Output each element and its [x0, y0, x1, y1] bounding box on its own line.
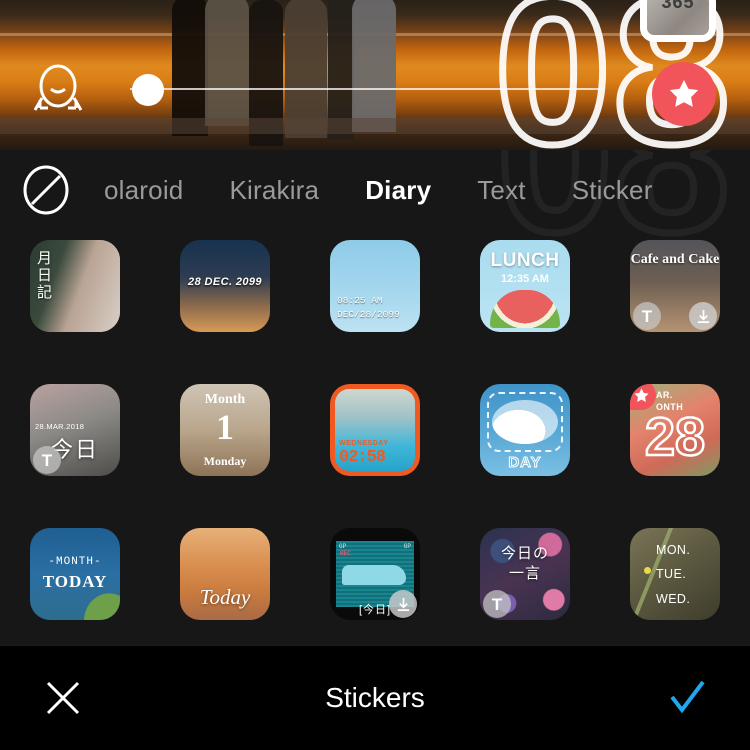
sticker-wednesday-digital-clock[interactable]: WEDNESDAY 02:58 — [330, 384, 420, 476]
sticker-cell[interactable]: 28 DEC. 2099 — [150, 240, 300, 332]
sticker-day-number: 28 — [644, 407, 707, 467]
tab-text[interactable]: Text — [454, 175, 548, 206]
sticker-day-number: 1 — [216, 407, 234, 447]
sticker-time: 08:25 AM — [337, 294, 383, 306]
text-editable-badge[interactable]: T — [33, 446, 61, 474]
sticker-time-date-palm[interactable]: 08:25 AM DEC/28/2099 — [330, 240, 420, 332]
sticker-line1: 今日の — [500, 545, 549, 562]
sticker-cafe-and-cake[interactable]: Cafe and Cake T — [630, 240, 720, 332]
sticker-days: MON. TUE. WED. — [656, 543, 691, 606]
sticker-cell-selected[interactable]: AR. ONTH 28 — [600, 384, 750, 476]
sticker-mon-tue-wed[interactable]: MON. TUE. WED. — [630, 528, 720, 620]
beach-sand-band — [0, 118, 750, 134]
smile-face-icon[interactable] — [32, 62, 84, 114]
sticker-cell[interactable]: Today — [150, 528, 300, 620]
download-badge[interactable] — [689, 302, 717, 330]
sticker-title: LUNCH — [490, 250, 560, 271]
sticker-date: 28.MAR.2018 — [35, 422, 85, 431]
sticker-time: 12:35 AM — [501, 273, 549, 285]
sticker-label: Cafe and Cake — [630, 252, 720, 267]
sticker-date: DEC/28/2099 — [337, 308, 400, 320]
sticker-cell[interactable]: LUNCH 12:35 AM — [450, 240, 600, 332]
silhouette-figure — [172, 0, 208, 136]
tab-polaroid[interactable]: olaroid — [104, 175, 206, 206]
sticker-label: 月日記 — [35, 250, 52, 301]
text-editable-badge[interactable]: T — [483, 590, 511, 618]
photo-preview[interactable]: 08 365 — [0, 0, 750, 150]
sticker-retro-camcorder-kyou[interactable]: GP GP REC [今日] — [330, 528, 420, 620]
badge-365-thumbnail[interactable]: 365 — [640, 0, 716, 42]
sticker-cell[interactable]: Cafe and Cake T — [600, 240, 750, 332]
close-x-icon[interactable] — [42, 677, 84, 719]
sticker-28-dec-2099[interactable]: 28 DEC. 2099 — [180, 240, 270, 332]
sticker-today-burger[interactable]: Today — [180, 528, 270, 620]
sticker-mar-month-28[interactable]: AR. ONTH 28 — [630, 384, 720, 476]
sticker-cell[interactable]: 08:25 AM DEC/28/2099 — [300, 240, 450, 332]
star-icon — [633, 387, 649, 402]
sticker-lunch-watermelon[interactable]: LUNCH 12:35 AM — [480, 240, 570, 332]
sticker-picker-screen: 08 365 08 olaroid Kirakira Diary Text St… — [0, 0, 750, 750]
sticker-sheet: 08 olaroid Kirakira Diary Text Sticker 月… — [0, 150, 750, 645]
sticker-weekday: Monday — [203, 454, 247, 468]
sticker-cell[interactable]: 28.MAR.2018 今日 T — [0, 384, 150, 476]
sticker-label: DAY — [508, 454, 542, 472]
sticker-month: Month — [204, 392, 246, 407]
check-icon[interactable] — [666, 677, 708, 719]
sticker-cell[interactable]: MON. TUE. WED. — [600, 528, 750, 620]
download-icon — [397, 597, 409, 611]
text-editable-badge[interactable]: T — [633, 302, 661, 330]
panel-title: Stickers — [325, 682, 425, 713]
tab-diary[interactable]: Diary — [342, 175, 454, 206]
sticker-cell[interactable]: 月日記 — [0, 240, 150, 332]
sticker-line1: -MONTH- — [48, 556, 102, 568]
sticker-line1: AR. — [656, 390, 673, 400]
tab-sticker[interactable]: Sticker — [549, 175, 676, 206]
sticker-line2: TODAY — [42, 572, 108, 591]
tab-kirakira[interactable]: Kirakira — [206, 175, 342, 206]
opacity-slider-knob[interactable] — [132, 74, 164, 106]
day-marker-dot — [644, 567, 651, 574]
dashed-frame — [487, 392, 563, 452]
sticker-line2: 一言 — [508, 565, 541, 583]
sticker-label: 28 DEC. 2099 — [188, 276, 262, 288]
no-effect-icon[interactable] — [20, 164, 72, 216]
watermelon-graphic — [490, 290, 560, 328]
sticker-cell[interactable]: GP GP REC [今日] — [300, 528, 450, 620]
sticker-tr-label: GP — [403, 543, 411, 550]
sticker-tl-label: GP — [339, 543, 347, 550]
sticker-time: 02:58 — [339, 448, 386, 467]
crocodile-graphic — [342, 565, 406, 585]
download-icon — [697, 309, 709, 323]
opacity-slider-track[interactable] — [130, 88, 600, 90]
favorite-star-button[interactable] — [652, 62, 716, 126]
download-badge[interactable] — [389, 590, 417, 618]
badge-365-label: 365 — [661, 0, 695, 12]
sticker-month-today-palm[interactable]: -MONTH- TODAY — [30, 528, 120, 620]
sticker-cell[interactable]: 今日の 一言 T — [450, 528, 600, 620]
sticker-cell[interactable]: DAY — [450, 384, 600, 476]
silhouette-figure — [205, 0, 249, 126]
bottom-action-bar: Stickers — [0, 645, 750, 750]
sticker-kyou-no-hitokoto[interactable]: 今日の 一言 T — [480, 528, 570, 620]
category-tab-bar: olaroid Kirakira Diary Text Sticker — [0, 150, 750, 230]
sticker-month-1-monday[interactable]: Month 1 Monday — [180, 384, 270, 476]
sticker-cell[interactable]: WEDNESDAY 02:58 — [300, 384, 450, 476]
rec-indicator: REC — [340, 550, 351, 557]
sticker-vertical-jp-portrait[interactable]: 月日記 — [30, 240, 120, 332]
sticker-cell[interactable]: Month 1 Monday — [150, 384, 300, 476]
sticker-kyou-clock[interactable]: 28.MAR.2018 今日 T — [30, 384, 120, 476]
sticker-label: Today — [199, 585, 251, 609]
sticker-grid: 月日記 28 DEC. 2099 08:25 AM DEC/28/2099 LU… — [0, 230, 750, 620]
silhouette-figure — [352, 0, 396, 132]
sticker-weekday: WEDNESDAY — [339, 440, 389, 447]
star-icon — [669, 79, 699, 107]
sticker-cloud-day[interactable]: DAY — [480, 384, 570, 476]
sticker-cell[interactable]: -MONTH- TODAY — [0, 528, 150, 620]
